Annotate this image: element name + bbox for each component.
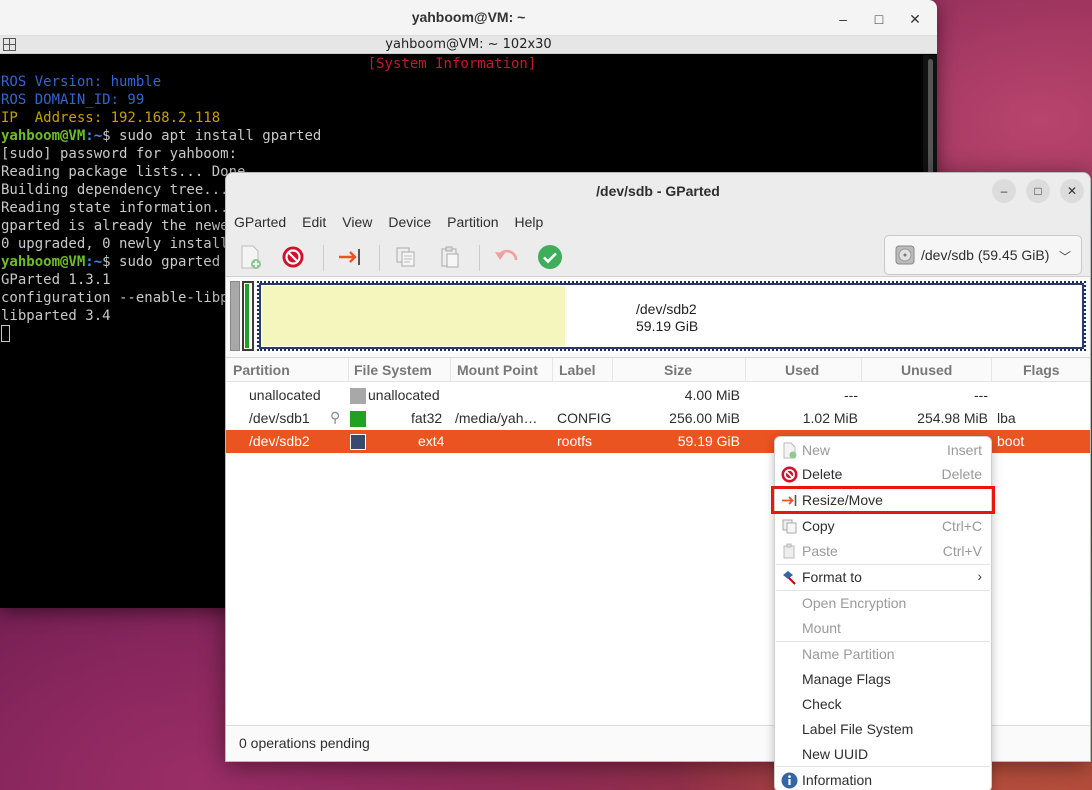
- terminal-ros-domain: ROS DOMAIN_ID: 99: [1, 92, 145, 108]
- format-icon: [783, 571, 796, 585]
- diskmap-used-space: [262, 286, 565, 346]
- info-icon: [781, 772, 798, 789]
- fs-color-swatch: [350, 388, 366, 404]
- delete-icon: [781, 466, 798, 483]
- terminal-title: yahboom@VM: ~: [411, 9, 526, 25]
- copy-button[interactable]: [390, 241, 422, 273]
- menu-item-manage-flags[interactable]: Manage Flags: [775, 667, 991, 691]
- highlight-box: [771, 486, 995, 514]
- disk-icon: [895, 245, 915, 265]
- paste-icon: [441, 246, 459, 268]
- diskmap-sdb2[interactable]: /dev/sdb2 59.19 GiB: [257, 281, 1086, 351]
- partition-context-menu: New Insert Delete Delete Resize/Move Cop…: [771, 436, 995, 790]
- menu-item-mount[interactable]: Mount: [775, 616, 991, 640]
- minimize-icon[interactable]: –: [831, 8, 855, 30]
- undo-button[interactable]: [490, 241, 522, 273]
- column-file-system[interactable]: File System: [354, 362, 432, 378]
- terminal-header: [System Information]: [367, 56, 537, 72]
- minimize-icon[interactable]: –: [992, 179, 1016, 203]
- menu-device[interactable]: Device: [382, 209, 437, 235]
- menu-item-format-to[interactable]: Format to ›: [775, 565, 991, 589]
- terminal-subtitle: yahboom@VM: ~ 102x30: [385, 37, 552, 52]
- maximize-icon[interactable]: □: [867, 8, 891, 30]
- column-size[interactable]: Size: [664, 362, 692, 378]
- table-row[interactable]: /dev/sdb1 ⚲ fat32 /media/yah… CONFIG 256…: [226, 407, 1090, 430]
- terminal-cursor: [1, 325, 10, 342]
- device-label: /dev/sdb (59.45 GiB): [921, 247, 1050, 263]
- gparted-titlebar[interactable]: /dev/sdb - GParted – □ ✕: [226, 173, 1090, 209]
- table-header: Partition File System Mount Point Label …: [226, 358, 1090, 382]
- menu-item-new[interactable]: New Insert: [775, 438, 991, 462]
- menubar: GParted Edit View Device Partition Help: [226, 209, 1090, 235]
- terminal-titlebar[interactable]: yahboom@VM: ~ – □ ✕: [0, 0, 937, 36]
- column-label[interactable]: Label: [559, 362, 596, 378]
- column-partition[interactable]: Partition: [233, 362, 290, 378]
- fs-color-swatch: [350, 434, 366, 450]
- delete-partition-button[interactable]: [277, 241, 309, 273]
- menu-item-copy[interactable]: Copy Ctrl+C: [775, 514, 991, 538]
- menu-item-label-file-system[interactable]: Label File System: [775, 717, 991, 741]
- terminal-line: [sudo] password for yahboom:: [1, 146, 238, 162]
- diskmap-partition-name: /dev/sdb2: [636, 301, 697, 317]
- menu-gparted[interactable]: GParted: [228, 209, 292, 235]
- column-used[interactable]: Used: [785, 362, 819, 378]
- menu-item-new-uuid[interactable]: New UUID: [775, 742, 991, 766]
- column-unused[interactable]: Unused: [901, 362, 952, 378]
- maximize-icon[interactable]: □: [1026, 179, 1050, 203]
- table-row[interactable]: unallocated unallocated 4.00 MiB --- ---: [226, 384, 1090, 407]
- diskmap-unallocated[interactable]: [230, 281, 240, 351]
- column-mount-point[interactable]: Mount Point: [457, 362, 538, 378]
- terminal-line: yahboom@VM:~$ sudo apt install gparted: [1, 128, 322, 144]
- new-document-icon: [783, 442, 797, 459]
- terminal-ros-version: ROS Version: humble: [1, 74, 162, 90]
- menu-partition[interactable]: Partition: [441, 209, 504, 235]
- menu-view[interactable]: View: [336, 209, 378, 235]
- undo-icon: [495, 249, 518, 261]
- copy-icon: [396, 247, 415, 267]
- device-select[interactable]: /dev/sdb (59.45 GiB) ﹀: [884, 235, 1082, 275]
- diskmap-partition-size: 59.19 GiB: [636, 318, 699, 334]
- menu-edit[interactable]: Edit: [296, 209, 332, 235]
- apply-button[interactable]: [534, 241, 566, 273]
- key-icon: ⚲: [330, 409, 341, 425]
- fs-color-swatch: [350, 411, 366, 427]
- resize-move-button[interactable]: [334, 241, 366, 273]
- paste-icon: [783, 543, 795, 559]
- menu-help[interactable]: Help: [509, 209, 550, 235]
- menu-item-open-encryption[interactable]: Open Encryption: [775, 591, 991, 615]
- menu-item-delete[interactable]: Delete Delete: [775, 462, 991, 486]
- delete-icon: [282, 246, 304, 268]
- paste-button[interactable]: [434, 241, 466, 273]
- operations-pending: 0 operations pending: [239, 735, 370, 751]
- toolbar: /dev/sdb (59.45 GiB) ﹀: [226, 235, 1090, 277]
- close-icon[interactable]: ✕: [903, 8, 927, 30]
- new-partition-button[interactable]: [234, 241, 266, 273]
- menu-item-information[interactable]: Information: [775, 768, 991, 790]
- menu-item-name-partition[interactable]: Name Partition: [775, 642, 991, 666]
- chevron-right-icon: ›: [977, 568, 982, 584]
- gparted-title: /dev/sdb - GParted: [596, 183, 720, 199]
- chevron-down-icon: ﹀: [1058, 250, 1071, 264]
- new-document-icon: [241, 245, 261, 269]
- diskmap-sdb1[interactable]: [242, 281, 254, 351]
- menu-item-paste[interactable]: Paste Ctrl+V: [775, 539, 991, 563]
- terminal-subbar: yahboom@VM: ~ 102x30: [0, 36, 937, 54]
- copy-icon: [782, 519, 797, 534]
- terminal-ip: IP Address: 192.168.2.118: [1, 110, 221, 126]
- menu-item-check[interactable]: Check: [775, 692, 991, 716]
- column-flags[interactable]: Flags: [1023, 362, 1060, 378]
- close-icon[interactable]: ✕: [1060, 179, 1084, 203]
- resize-arrow-icon: [339, 249, 360, 265]
- check-icon: [538, 245, 562, 269]
- disk-map: /dev/sdb2 59.19 GiB: [230, 281, 1086, 353]
